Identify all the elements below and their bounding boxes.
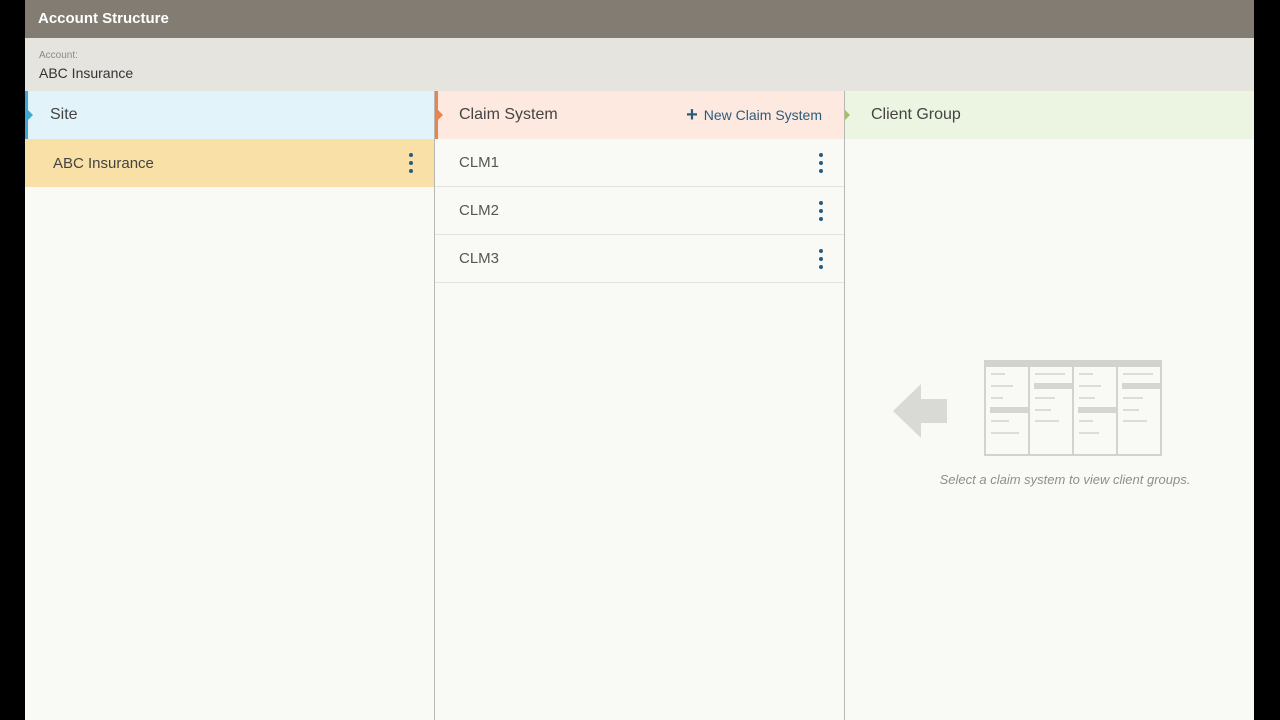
site-header-label: Site bbox=[50, 106, 78, 123]
plus-icon: + bbox=[686, 104, 698, 126]
client-group-column: Client Group Select a claim system to vi… bbox=[845, 91, 1254, 720]
site-row-selected[interactable]: ABC Insurance bbox=[25, 139, 434, 187]
kebab-menu-icon[interactable] bbox=[408, 153, 414, 173]
claim-system-row[interactable]: CLM2 bbox=[435, 187, 844, 235]
site-column: Site ABC Insurance bbox=[25, 91, 435, 720]
account-label: Account: bbox=[39, 50, 78, 61]
claim-system-row-label: CLM1 bbox=[459, 154, 500, 171]
claim-system-header-label: Claim System bbox=[459, 106, 558, 123]
new-claim-system-button[interactable]: + New Claim System bbox=[686, 91, 822, 139]
claim-system-row[interactable]: CLM1 bbox=[435, 139, 844, 187]
claim-system-marker-icon bbox=[438, 110, 443, 120]
client-group-marker-icon bbox=[845, 110, 850, 120]
account-bar: Account: ABC Insurance bbox=[25, 38, 1254, 91]
claim-system-row-label: CLM2 bbox=[459, 202, 500, 219]
structure-columns: Site ABC Insurance Claim System + New Cl… bbox=[25, 91, 1254, 720]
client-group-header-label: Client Group bbox=[871, 106, 961, 123]
kebab-menu-icon[interactable] bbox=[818, 249, 824, 269]
app-title: Account Structure bbox=[25, 0, 1254, 38]
new-claim-system-label: New Claim System bbox=[703, 107, 822, 123]
client-group-column-header: Client Group bbox=[845, 91, 1254, 139]
account-name: ABC Insurance bbox=[39, 65, 134, 81]
claim-system-row[interactable]: CLM3 bbox=[435, 235, 844, 283]
kebab-menu-icon[interactable] bbox=[818, 153, 824, 173]
kebab-menu-icon[interactable] bbox=[818, 201, 824, 221]
site-column-header: Site bbox=[25, 91, 434, 139]
app-window: Account Structure Account: ABC Insurance… bbox=[25, 0, 1254, 720]
site-marker-icon bbox=[28, 110, 33, 120]
claim-system-column-header: Claim System + New Claim System bbox=[435, 91, 844, 139]
site-row-label: ABC Insurance bbox=[53, 154, 154, 172]
arrow-left-icon bbox=[893, 384, 947, 438]
empty-state-message: Select a claim system to view client gro… bbox=[939, 472, 1191, 487]
claim-system-row-label: CLM3 bbox=[459, 250, 500, 267]
empty-state-illustration bbox=[893, 360, 1162, 456]
claim-system-column: Claim System + New Claim System CLM1 CLM… bbox=[435, 91, 845, 720]
